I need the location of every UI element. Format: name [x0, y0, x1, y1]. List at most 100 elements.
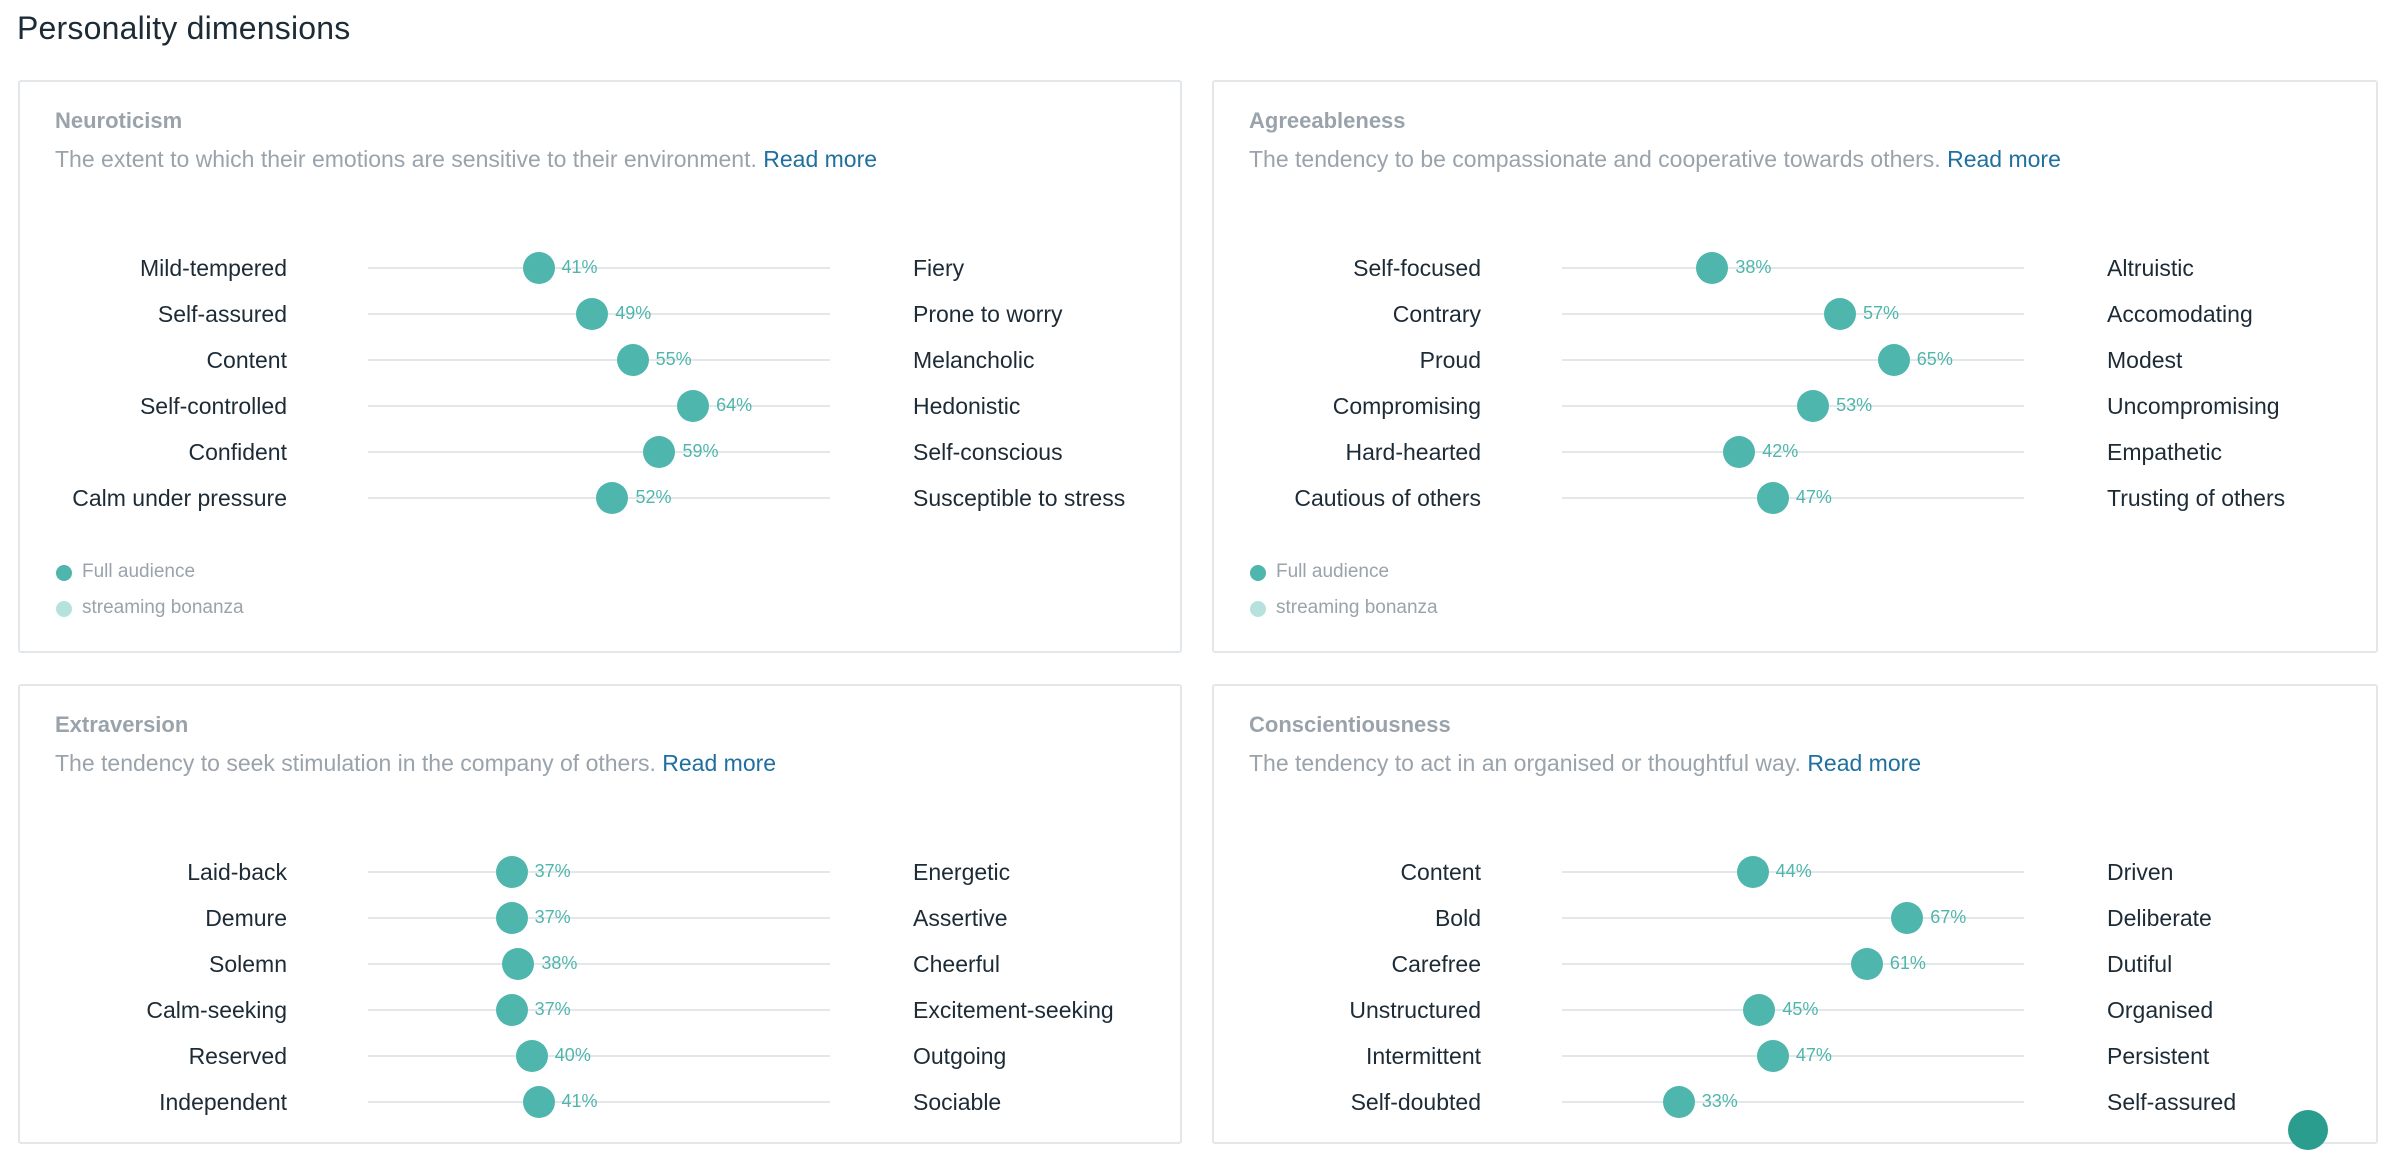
legend: Full audience streaming bonanza: [1249, 554, 1438, 626]
full-audience-dot[interactable]: [576, 298, 609, 330]
dimension-percent: 59%: [682, 441, 719, 461]
dimension-row: Solemn 38% Cheerful: [20, 941, 1180, 987]
legend-swatch-icon: [1250, 601, 1266, 617]
full-audience-dot[interactable]: [1756, 482, 1789, 514]
read-more-link[interactable]: Read more: [763, 146, 877, 172]
legend-item-full-audience[interactable]: Full audience: [1249, 554, 1438, 590]
card-conscientiousness: Conscientiousness The tendency to act in…: [1212, 684, 2378, 1144]
dimension-left-label: Calm-seeking: [146, 997, 287, 1023]
dimension-percent: 42%: [1762, 441, 1799, 461]
full-audience-dot[interactable]: [495, 856, 528, 888]
dimension-left-label: Carefree: [1391, 951, 1481, 977]
full-audience-dot[interactable]: [643, 436, 676, 468]
dimension-right-label: Energetic: [913, 859, 1011, 885]
dimension-right-label: Self-assured: [2107, 1089, 2237, 1115]
dimension-right-label: Prone to worry: [913, 301, 1063, 327]
dimension-row: Calm under pressure 52% Susceptible to str…: [20, 475, 1180, 521]
dimension-row: Proud 65% Modest: [1214, 337, 2376, 383]
full-audience-dot[interactable]: [1736, 856, 1769, 888]
dimension-left-label: Bold: [1434, 905, 1481, 931]
dimension-track: 41%: [368, 1086, 830, 1118]
full-audience-dot[interactable]: [1756, 1040, 1789, 1072]
full-audience-dot[interactable]: [495, 994, 528, 1026]
dimension-right-label: Melancholic: [913, 347, 1035, 373]
dimension-left-label: Cautious of others: [1294, 485, 1481, 511]
legend-item-segment[interactable]: streaming bonanza: [1249, 590, 1438, 626]
dimension-right-label: Hedonistic: [913, 393, 1021, 419]
card-title: Conscientiousness: [1249, 712, 1451, 737]
dimension-percent: 52%: [635, 487, 672, 507]
dimension-track: 55%: [368, 344, 830, 376]
full-audience-dot[interactable]: [495, 902, 528, 934]
legend-item-full-audience[interactable]: Full audience: [55, 554, 244, 590]
full-audience-dot[interactable]: [515, 1040, 548, 1072]
dimension-percent: 37%: [534, 907, 571, 927]
full-audience-dot[interactable]: [596, 482, 629, 514]
dimension-track: 47%: [1562, 482, 2024, 514]
dimension-row: Compromising 53% Uncompromising: [1214, 383, 2376, 429]
full-audience-dot[interactable]: [1850, 948, 1883, 980]
dimension-right-label: Self-conscious: [913, 439, 1063, 465]
full-audience-dot[interactable]: [522, 1086, 555, 1118]
dimension-track: 47%: [1562, 1040, 2024, 1072]
dimension-track: 61%: [1562, 948, 2024, 980]
card-title: Neuroticism: [55, 108, 183, 133]
dimension-rows: Laid-back 37% Energetic Demure 37% Assertive S…: [20, 849, 1180, 1125]
dimension-right-label: Dutiful: [2107, 951, 2173, 977]
dimension-percent: 67%: [1930, 907, 1967, 927]
full-audience-dot[interactable]: [616, 344, 649, 376]
dimension-percent: 37%: [534, 861, 571, 881]
card-description: The tendency to seek stimulation in the …: [55, 750, 776, 777]
full-audience-dot[interactable]: [1877, 344, 1910, 376]
legend-label: streaming bonanza: [1276, 597, 1438, 618]
full-audience-dot[interactable]: [1743, 994, 1776, 1026]
dimension-row: Independent 41% Sociable: [20, 1079, 1180, 1125]
dimension-percent: 33%: [1701, 1091, 1738, 1111]
dimension-right-label: Uncompromising: [2107, 393, 2280, 419]
dimension-percent: 64%: [716, 395, 753, 415]
read-more-link[interactable]: Read more: [1807, 750, 1921, 776]
read-more-link[interactable]: Read more: [662, 750, 776, 776]
page-title: Personality dimensions: [17, 10, 351, 46]
dimension-track: 38%: [1562, 252, 2024, 284]
dimension-right-label: Deliberate: [2107, 905, 2212, 931]
full-audience-dot[interactable]: [522, 252, 555, 284]
dimension-row: Self-assured 49% Prone to worry: [20, 291, 1180, 337]
dimension-right-label: Empathetic: [2107, 439, 2223, 465]
dimension-row: Content 55% Melancholic: [20, 337, 1180, 383]
dimension-right-label: Accomodating: [2107, 301, 2253, 327]
card-description: The tendency to be compassionate and coo…: [1249, 146, 2061, 173]
full-audience-dot[interactable]: [1891, 902, 1924, 934]
dimension-left-label: Independent: [159, 1089, 287, 1115]
dimension-row: Content 44% Driven: [1214, 849, 2376, 895]
dimension-left-label: Compromising: [1332, 393, 1481, 419]
dimension-left-label: Hard-hearted: [1345, 439, 1481, 465]
full-audience-dot[interactable]: [1723, 436, 1756, 468]
dimension-row: Unstructured 45% Organised: [1214, 987, 2376, 1033]
dimension-left-label: Contrary: [1392, 301, 1481, 327]
full-audience-dot[interactable]: [1824, 298, 1857, 330]
dimension-row: Confident 59% Self-conscious: [20, 429, 1180, 475]
full-audience-dot[interactable]: [1662, 1086, 1695, 1118]
dimension-row: Mild-tempered 41% Fiery: [20, 245, 1180, 291]
legend-item-segment[interactable]: streaming bonanza: [55, 590, 244, 626]
dimension-percent: 41%: [561, 257, 598, 277]
dimension-right-label: Altruistic: [2107, 255, 2194, 281]
full-audience-dot[interactable]: [1696, 252, 1729, 284]
card-agreeableness: Agreeableness The tendency to be compass…: [1212, 80, 2378, 653]
dimension-row: Hard-hearted 42% Empathetic: [1214, 429, 2376, 475]
floating-action-button[interactable]: [2288, 1110, 2328, 1150]
full-audience-dot[interactable]: [677, 390, 710, 422]
dimension-percent: 49%: [615, 303, 652, 323]
dimension-track: 49%: [368, 298, 830, 330]
dimension-track: 64%: [368, 390, 830, 422]
dimension-row: Laid-back 37% Energetic: [20, 849, 1180, 895]
dimension-track: 38%: [368, 948, 830, 980]
full-audience-dot[interactable]: [502, 948, 535, 980]
dimension-left-label: Reserved: [188, 1043, 287, 1069]
dimension-rows: Content 44% Driven Bold 67% Deliberate Carefre…: [1214, 849, 2376, 1125]
read-more-link[interactable]: Read more: [1947, 146, 2061, 172]
full-audience-dot[interactable]: [1797, 390, 1830, 422]
dimension-track: 44%: [1562, 856, 2024, 888]
dimension-row: Self-controlled 64% Hedonistic: [20, 383, 1180, 429]
